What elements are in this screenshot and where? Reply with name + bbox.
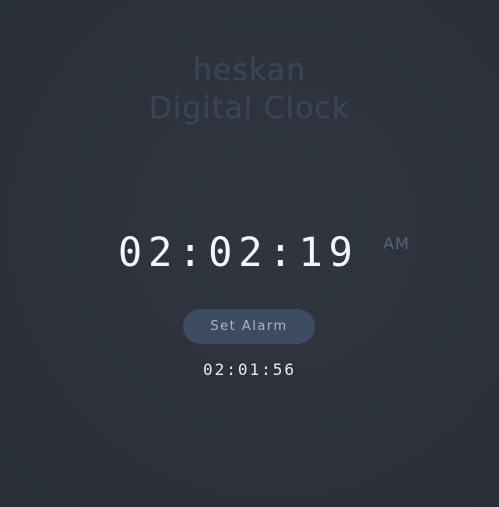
set-alarm-button[interactable]: Set Alarm <box>183 309 315 344</box>
clock-display: 02:02:19 AM <box>0 228 499 278</box>
current-time: 02:02:19 <box>118 230 359 276</box>
alarm-time: 02:01:56 <box>202 360 297 379</box>
brand-name: heskan <box>192 53 307 88</box>
meridiem-indicator: AM <box>383 234 410 253</box>
title-block: heskan Digital Clock <box>0 52 499 128</box>
page-title: Digital Clock <box>148 91 351 126</box>
digital-clock-app: heskan Digital Clock 02:02:19 AM Set Ala… <box>0 0 499 507</box>
